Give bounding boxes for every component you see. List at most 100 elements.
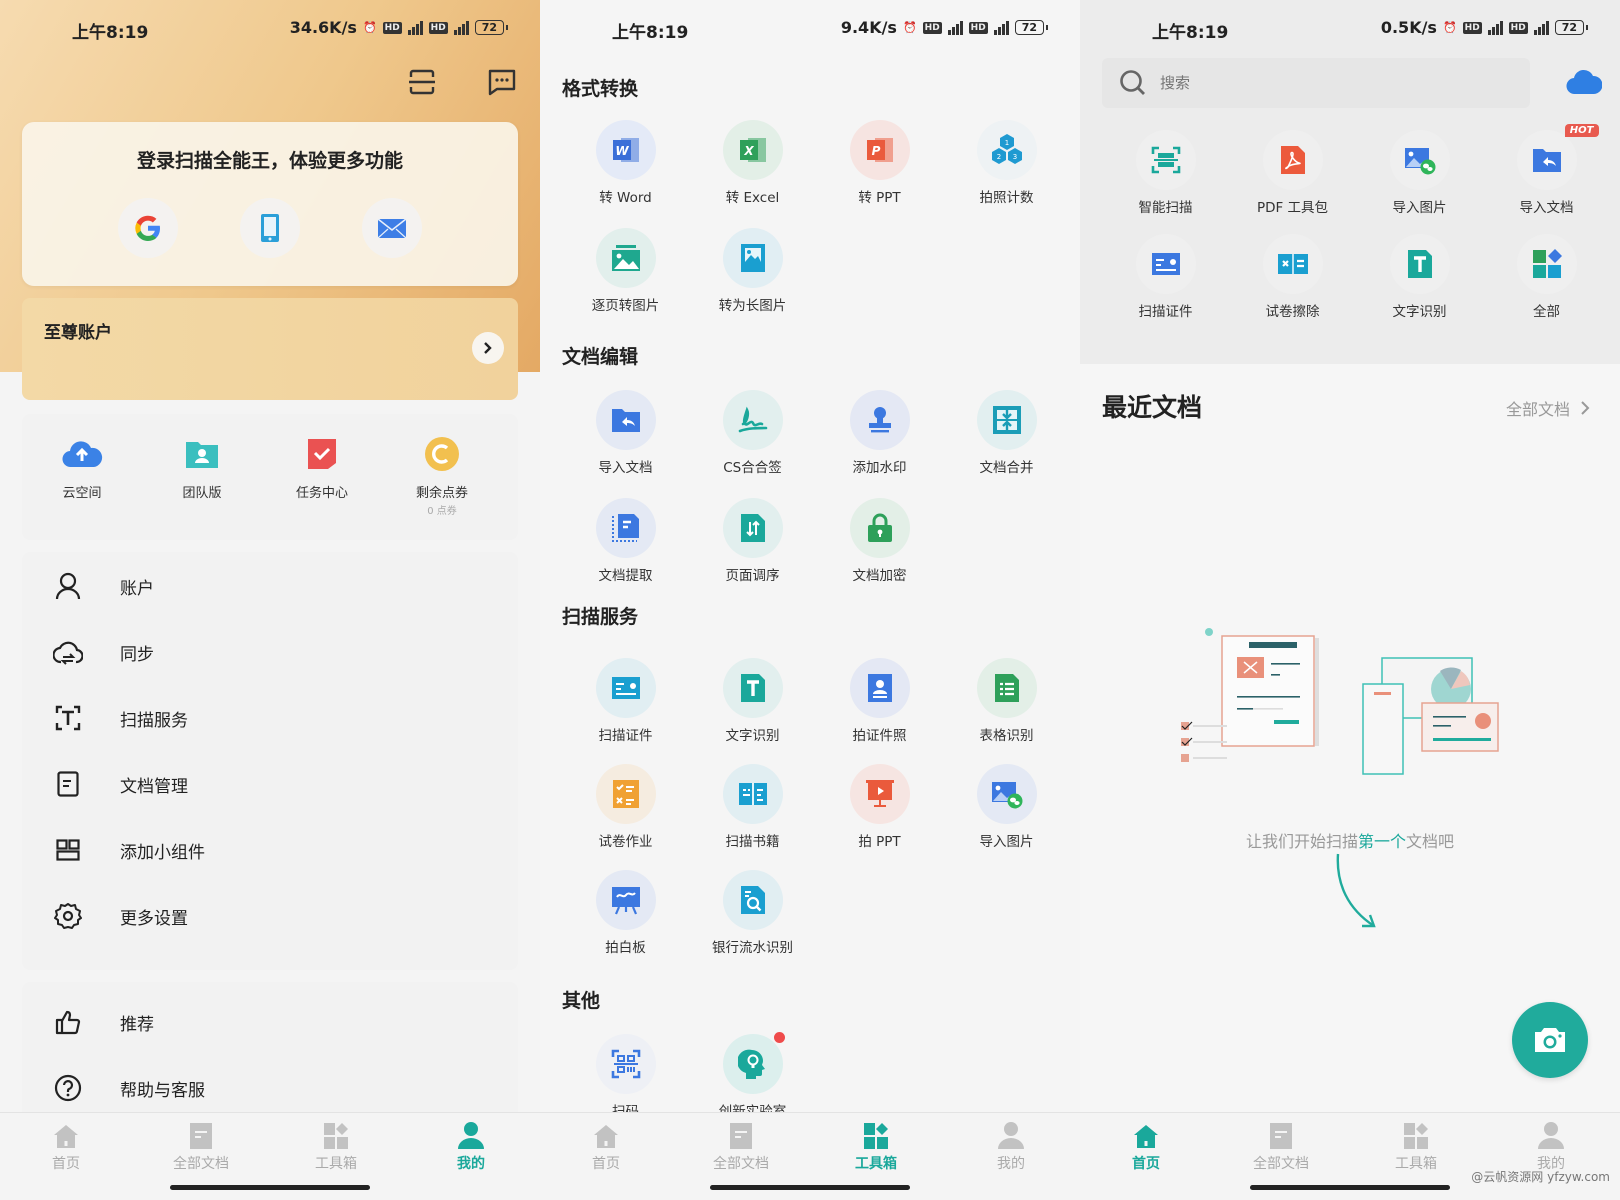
- home-tool-import-doc[interactable]: HOT 导入文档: [1483, 124, 1610, 216]
- scan-button[interactable]: [406, 66, 438, 98]
- section-title-scan: 扫描服务: [562, 606, 639, 628]
- menu-item-settings[interactable]: 更多设置: [22, 890, 518, 942]
- hd-icon: HD: [428, 21, 448, 34]
- signal-icon: [993, 20, 1009, 35]
- tool-scan-code[interactable]: 扫码: [562, 1034, 689, 1120]
- menu-item-help[interactable]: 帮助与客服: [22, 1062, 518, 1114]
- home-tool-smart-scan[interactable]: 智能扫描: [1102, 130, 1229, 216]
- all-apps-icon: [1532, 249, 1562, 278]
- tool-watermark[interactable]: 添加水印: [816, 390, 943, 476]
- home-tool-pdf-kit[interactable]: PDF 工具包: [1229, 130, 1356, 216]
- home-indicator[interactable]: [170, 1185, 370, 1190]
- quick-coupons[interactable]: 剩余点券 0 点券: [392, 432, 492, 517]
- tool-cs-sign[interactable]: CS合合签: [689, 390, 816, 476]
- network-speed: 0.5K/s: [1380, 18, 1437, 37]
- quick-team[interactable]: 团队版: [152, 432, 252, 501]
- nav-home[interactable]: 首页: [16, 1119, 116, 1173]
- tool-photo-count[interactable]: 1 2 3 拍照计数: [943, 120, 1070, 206]
- phone-login-button[interactable]: [240, 198, 300, 258]
- home-tool-all[interactable]: 全部: [1483, 234, 1610, 320]
- tool-label: 导入文档: [1519, 200, 1574, 216]
- tool-id-photo[interactable]: 拍证件照: [816, 658, 943, 744]
- menu-item-account[interactable]: 账户: [22, 560, 518, 612]
- tool-to-ppt[interactable]: P 转 PPT: [816, 120, 943, 206]
- bottom-nav: 首页 全部文档 工具箱 我的: [0, 1112, 540, 1200]
- vip-arrow-button[interactable]: [472, 332, 504, 364]
- tool-bank-statement[interactable]: 银行流水识别: [689, 870, 816, 956]
- menu-item-scan-service[interactable]: 扫描服务: [22, 692, 518, 744]
- nav-label: 我的: [457, 1156, 485, 1172]
- vip-account-card[interactable]: 至尊账户: [22, 298, 518, 400]
- tool-exam-homework[interactable]: 试卷作业: [562, 764, 689, 850]
- whiteboard-icon: [611, 887, 640, 915]
- google-login-button[interactable]: [118, 198, 178, 258]
- tool-scan-book[interactable]: 扫描书籍: [689, 764, 816, 850]
- tool-reorder-pages[interactable]: 页面调序: [689, 498, 816, 584]
- tool-label: 文档提取: [598, 568, 653, 584]
- menu-item-sync[interactable]: 同步: [22, 626, 518, 678]
- quick-task-center[interactable]: 任务中心: [272, 432, 372, 501]
- nav-me[interactable]: 我的: [1501, 1119, 1601, 1173]
- nav-toolbox[interactable]: 工具箱: [826, 1119, 926, 1173]
- menu-item-recommend[interactable]: 推荐: [22, 996, 518, 1048]
- quick-actions: 云空间 团队版 任务中心 剩余点券 0 点券: [22, 414, 518, 540]
- home-indicator[interactable]: [1250, 1185, 1450, 1190]
- nav-me[interactable]: 我的: [421, 1119, 521, 1173]
- tool-table-recognition[interactable]: 表格识别: [943, 658, 1070, 744]
- toolbox-icon: [864, 1123, 888, 1149]
- nav-toolbox[interactable]: 工具箱: [286, 1119, 386, 1173]
- gear-icon: [54, 903, 82, 929]
- status-time: 上午8:19: [1152, 23, 1229, 43]
- menu-item-doc-manage[interactable]: 文档管理: [22, 758, 518, 810]
- signal-icon: [407, 20, 423, 35]
- nav-home[interactable]: 首页: [1096, 1119, 1196, 1173]
- section-title-other: 其他: [562, 990, 601, 1012]
- search-bar[interactable]: [1102, 58, 1530, 108]
- tool-merge-doc[interactable]: 文档合并: [943, 390, 1070, 476]
- quick-cloud-space[interactable]: 云空间: [32, 432, 132, 501]
- tool-label: 文字识别: [1392, 304, 1447, 320]
- tool-pages-to-images[interactable]: 逐页转图片: [562, 228, 689, 314]
- tool-long-image[interactable]: 转为长图片: [689, 228, 816, 314]
- tool-extract-doc[interactable]: 文档提取: [562, 498, 689, 584]
- nav-all-docs[interactable]: 全部文档: [151, 1119, 251, 1173]
- hd-icon: HD: [968, 21, 988, 34]
- cloud-button[interactable]: [1564, 64, 1604, 100]
- all-documents-link[interactable]: 全部文档: [1506, 396, 1590, 420]
- svg-text:P: P: [871, 144, 880, 158]
- home-tool-erase-exam[interactable]: 试卷擦除: [1229, 234, 1356, 320]
- tool-encrypt-doc[interactable]: 文档加密: [816, 498, 943, 584]
- person-icon: [998, 1122, 1024, 1149]
- section-title-format: 格式转换: [562, 78, 639, 100]
- tool-whiteboard[interactable]: 拍白板: [562, 870, 689, 956]
- nav-all-docs[interactable]: 全部文档: [1231, 1119, 1331, 1173]
- nav-label: 全部文档: [173, 1156, 229, 1172]
- tool-label: 逐页转图片: [591, 298, 660, 314]
- tool-to-word[interactable]: W 转 Word: [562, 120, 689, 206]
- nav-all-docs[interactable]: 全部文档: [691, 1119, 791, 1173]
- nav-home[interactable]: 首页: [556, 1119, 656, 1173]
- messages-button[interactable]: [486, 66, 518, 98]
- tool-import-image[interactable]: 导入图片: [943, 764, 1070, 850]
- nav-me[interactable]: 我的: [961, 1119, 1061, 1173]
- email-login-button[interactable]: [362, 198, 422, 258]
- svg-text:W: W: [615, 144, 629, 158]
- home-tool-ocr[interactable]: 文字识别: [1356, 234, 1483, 320]
- tool-innovation-lab[interactable]: 创新实验室: [689, 1032, 816, 1120]
- svg-text:1: 1: [1004, 139, 1008, 147]
- status-bar: 上午8:19 0.5K/s ⏰ HD HD 72: [1080, 14, 1620, 46]
- home-tool-import-image[interactable]: 导入图片: [1356, 130, 1483, 216]
- tool-scan-id[interactable]: 扫描证件: [562, 658, 689, 744]
- tool-import-doc[interactable]: 导入文档: [562, 390, 689, 476]
- tool-ocr[interactable]: 文字识别: [689, 658, 816, 744]
- tool-to-excel[interactable]: X 转 Excel: [689, 120, 816, 206]
- recent-title: 最近文档: [1102, 393, 1203, 422]
- search-input[interactable]: [1160, 74, 1460, 92]
- nav-toolbox[interactable]: 工具箱: [1366, 1119, 1466, 1173]
- home-indicator[interactable]: [710, 1185, 910, 1190]
- battery-icon: 72: [1554, 20, 1589, 35]
- camera-fab[interactable]: [1512, 1002, 1588, 1078]
- tool-shoot-ppt[interactable]: 拍 PPT: [816, 764, 943, 850]
- home-tool-scan-id[interactable]: 扫描证件: [1102, 234, 1229, 320]
- menu-item-add-widget[interactable]: 添加小组件: [22, 824, 518, 876]
